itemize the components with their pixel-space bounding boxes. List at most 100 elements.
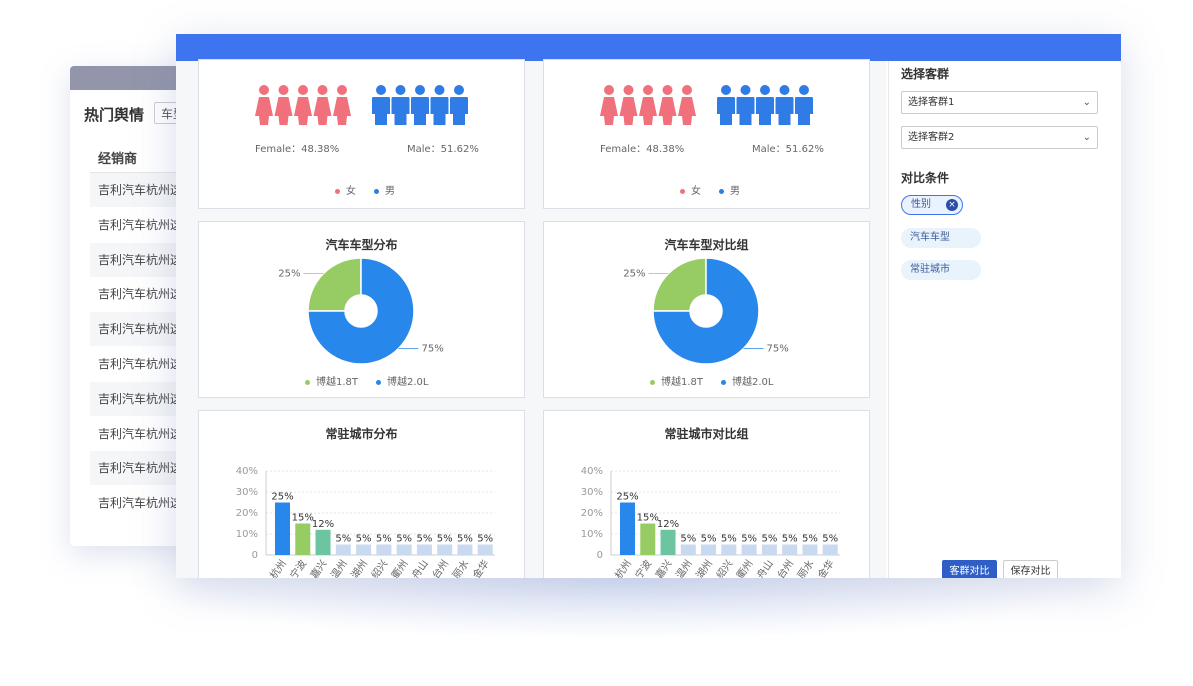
bar[interactable] (761, 544, 777, 556)
bar[interactable] (640, 523, 656, 556)
x-tick-label: 嘉兴 (307, 557, 329, 578)
bar[interactable] (721, 544, 737, 556)
bar[interactable] (782, 544, 798, 556)
y-tick-label: 10% (581, 529, 603, 540)
bar-value-label: 5% (680, 534, 696, 545)
male-dot-icon (374, 188, 379, 194)
group-select-2[interactable]: 选择客群2 ⌄ (901, 126, 1098, 149)
bar[interactable] (356, 544, 372, 556)
bar-value-label: 5% (457, 534, 473, 545)
male-caption-compare: Male：51.62% (752, 144, 824, 155)
gender-legend: 女 男 (335, 182, 395, 197)
group-select-1[interactable]: 选择客群1 ⌄ (901, 91, 1098, 114)
tag-car-model-label: 汽车车型 (910, 232, 950, 243)
blue-dot-icon (376, 379, 382, 385)
female-person-icon (255, 85, 273, 125)
group-select-2-value: 选择客群2 (908, 132, 955, 143)
male-person-icon (411, 85, 429, 125)
legend-male-compare[interactable]: 男 (719, 182, 740, 197)
bar-value-label: 25% (271, 492, 293, 503)
pie-slice[interactable] (307, 257, 362, 312)
bar[interactable] (457, 544, 473, 556)
female-person-icon (313, 85, 332, 125)
female-person-icon (619, 85, 638, 125)
legend-female-label: 女 (691, 186, 701, 197)
tag-car-model[interactable]: 汽车车型 (901, 228, 981, 248)
pie-slice[interactable] (652, 257, 707, 312)
male-dot-icon (719, 188, 724, 194)
tag-resident-city[interactable]: 常驻城市 (901, 260, 981, 280)
male-person-icon (736, 85, 755, 125)
legend-male[interactable]: 男 (374, 182, 395, 197)
bar[interactable] (660, 529, 676, 555)
bar-value-label: 25% (616, 492, 638, 503)
pie-value-label: 25% (278, 269, 300, 280)
male-caption: Male：51.62% (407, 144, 479, 155)
y-tick-label: 40% (236, 466, 258, 477)
bar[interactable] (701, 544, 717, 556)
bar[interactable] (295, 523, 311, 556)
bar[interactable] (437, 544, 453, 556)
y-tick-label: 30% (581, 487, 603, 498)
male-person-icon (756, 85, 774, 125)
legend-item-2-0l[interactable]: 博越2.0L (721, 373, 774, 388)
save-compare-button[interactable]: 保存对比 (1003, 560, 1058, 578)
bar-value-label: 5% (741, 534, 757, 545)
legend-item-2-0l[interactable]: 博越2.0L (376, 373, 429, 388)
chevron-down-icon: ⌄ (1082, 97, 1091, 108)
bar-value-label: 5% (416, 534, 432, 545)
city-bar-panel: 常驻城市分布 0 10% 20% 30% 40% 25% 杭州 15% 宁波 12% 嘉兴 5% 温州 5… (198, 410, 525, 578)
female-caption: Female：48.38% (255, 144, 340, 155)
bar[interactable] (335, 544, 351, 556)
x-tick-label: 绍兴 (713, 557, 735, 578)
bar-value-label: 5% (437, 534, 453, 545)
x-tick-label: 温州 (328, 558, 349, 578)
bar[interactable] (741, 544, 757, 556)
bar[interactable] (802, 544, 818, 556)
x-tick-label: 杭州 (612, 557, 634, 578)
legend-label: 博越1.8T (316, 377, 359, 388)
gender-panel-compare: Female：48.38% Male：51.62% 女 男 (543, 59, 870, 209)
x-tick-label: 温州 (673, 558, 694, 578)
chart-content-area: Female：48.38% Male：51.62% 女 男 Female：48.… (176, 59, 886, 578)
bar-value-label: 5% (782, 534, 798, 545)
male-person-icon (775, 85, 794, 125)
bar-value-label: 5% (802, 534, 818, 545)
female-person-icon (678, 85, 696, 125)
legend-male-label: 男 (385, 186, 395, 197)
close-icon[interactable]: × (946, 199, 958, 211)
legend-male-label: 男 (730, 186, 740, 197)
bar-value-label: 5% (721, 534, 737, 545)
bar[interactable] (315, 529, 331, 555)
female-person-icon (333, 85, 351, 125)
bar-value-label: 5% (376, 534, 392, 545)
bar[interactable] (275, 502, 290, 556)
bar-value-label: 5% (356, 534, 372, 545)
group-select-1-value: 选择客群1 (908, 97, 955, 108)
male-person-icon (450, 85, 468, 125)
bar[interactable] (822, 544, 838, 556)
hot-topics-title: 热门舆情 (84, 106, 145, 124)
dealer-column-header: 经销商 (98, 152, 138, 167)
legend-item-1-8t[interactable]: 博越1.8T (650, 373, 703, 388)
group-compare-button[interactable]: 客群对比 (942, 560, 997, 578)
legend-female[interactable]: 女 (335, 182, 356, 197)
y-tick-label: 0 (252, 550, 258, 561)
bar[interactable] (620, 502, 635, 556)
bar[interactable] (376, 544, 392, 556)
bar[interactable] (477, 544, 493, 556)
x-tick-label: 湖州 (694, 558, 715, 578)
bar[interactable] (416, 544, 432, 556)
x-tick-label: 舟山 (754, 557, 776, 578)
x-tick-label: 丽水 (795, 558, 816, 578)
car-model-pie-panel-compare: 汽车车型对比组 25% 75% 博越1.8T 博越2.0L (543, 221, 870, 398)
bar[interactable] (396, 544, 412, 556)
tag-gender[interactable]: 性别 × (901, 195, 963, 215)
bar[interactable] (680, 544, 696, 556)
female-person-icon (639, 85, 657, 125)
legend-item-1-8t[interactable]: 博越1.8T (305, 373, 358, 388)
x-tick-label: 金华 (470, 557, 492, 578)
main-window: Female：48.38% Male：51.62% 女 男 Female：48.… (176, 34, 1121, 578)
compare-sidebar: 选择客群 选择客群1 ⌄ 选择客群2 ⌄ 对比条件 性别 × 汽车车型 常驻城市… (888, 61, 1121, 578)
legend-female-compare[interactable]: 女 (680, 182, 701, 197)
